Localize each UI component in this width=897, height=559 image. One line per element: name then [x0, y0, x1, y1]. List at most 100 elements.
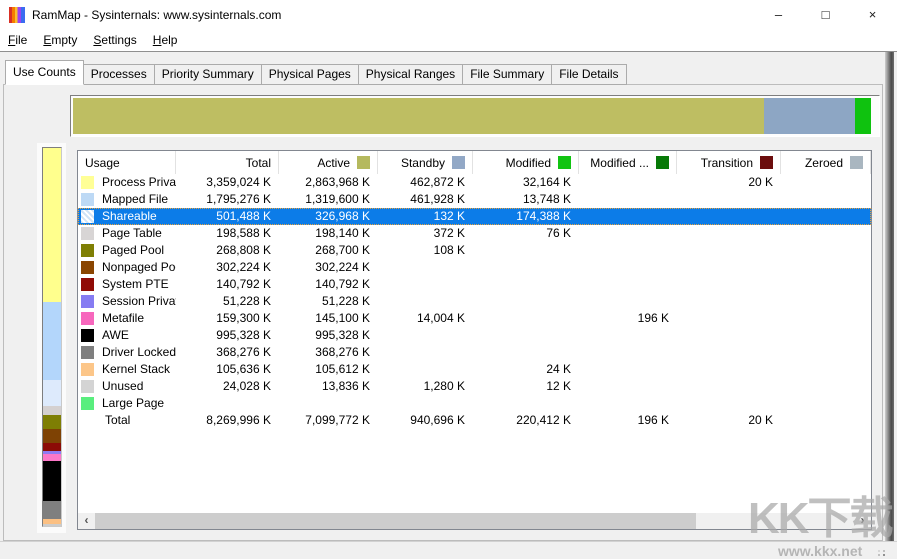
tab-use-counts[interactable]: Use Counts: [5, 60, 84, 85]
modified_nw-value: [579, 378, 677, 395]
physical-memory-bar-frame: [37, 143, 66, 533]
column-header-modified[interactable]: Modified: [473, 151, 579, 174]
table-row-awe[interactable]: AWE995,328 K995,328 K: [78, 327, 871, 344]
row-color-swatch: [81, 176, 94, 189]
usage-cell: Total: [78, 412, 176, 429]
column-label: Modified ...: [590, 156, 649, 170]
total-value: 105,636 K: [176, 361, 279, 378]
resize-grip[interactable]: [874, 548, 886, 557]
table-row-mapped-file[interactable]: Mapped File1,795,276 K1,319,600 K461,928…: [78, 191, 871, 208]
scrollbar-thumb[interactable]: [95, 513, 696, 529]
transition-value: [677, 293, 781, 310]
modified_nw-value: [579, 276, 677, 293]
usage-label: Large Page: [102, 395, 164, 412]
active-value: 1,319,600 K: [279, 191, 378, 208]
column-label: Total: [246, 156, 271, 170]
tab-physical-pages[interactable]: Physical Pages: [261, 64, 359, 85]
usage-label: Total: [105, 412, 130, 429]
table-row-total[interactable]: Total8,269,996 K7,099,772 K940,696 K220,…: [78, 412, 871, 429]
tab-file-details[interactable]: File Details: [551, 64, 626, 85]
column-header-standby[interactable]: Standby: [378, 151, 473, 174]
transition-value: 20 K: [677, 412, 781, 429]
column-header-transition[interactable]: Transition: [677, 151, 781, 174]
column-color-swatch: [760, 156, 773, 169]
column-header-total[interactable]: Total: [176, 151, 279, 174]
standby-value: 132 K: [378, 208, 473, 225]
table-row-driver-locked[interactable]: Driver Locked368,276 K368,276 K: [78, 344, 871, 361]
tab-priority-summary[interactable]: Priority Summary: [154, 64, 262, 85]
modified-value: [473, 327, 579, 344]
modified-value: 32,164 K: [473, 174, 579, 191]
usage-cell: Unused: [78, 378, 176, 395]
minimize-button[interactable]: –: [756, 0, 801, 30]
column-header-zeroed[interactable]: Zeroed: [781, 151, 871, 174]
table-row-paged-pool[interactable]: Paged Pool268,808 K268,700 K108 K: [78, 242, 871, 259]
modified-value: 12 K: [473, 378, 579, 395]
bar-segment-system-pte: [43, 443, 61, 451]
total-value: [176, 395, 279, 412]
total-value: 51,228 K: [176, 293, 279, 310]
maximize-button[interactable]: □: [803, 0, 848, 30]
close-button[interactable]: ×: [850, 0, 895, 30]
bar-segment-mapped-file: [43, 302, 61, 380]
active-value: 7,099,772 K: [279, 412, 378, 429]
usage-label: Page Table: [102, 225, 162, 242]
table-row-nonpaged-pool[interactable]: Nonpaged Pool302,224 K302,224 K: [78, 259, 871, 276]
total-value: 268,808 K: [176, 242, 279, 259]
bar-segment-paged-pool: [43, 415, 61, 429]
usage-cell: Driver Locked: [78, 344, 176, 361]
total-value: 1,795,276 K: [176, 191, 279, 208]
menu-item-settings[interactable]: Settings: [85, 30, 144, 51]
usage-label: Unused: [102, 378, 143, 395]
table-row-unused[interactable]: Unused24,028 K13,836 K1,280 K12 K: [78, 378, 871, 395]
table-row-large-page[interactable]: Large Page: [78, 395, 871, 412]
zeroed-value: [781, 276, 871, 293]
column-header-active[interactable]: Active: [279, 151, 378, 174]
modified_nw-value: [579, 174, 677, 191]
use-counts-table: Usage Total ActiveStandbyModified Modified …: [77, 150, 872, 530]
column-color-swatch: [558, 156, 571, 169]
modified_nw-value: 196 K: [579, 310, 677, 327]
menu-item-empty[interactable]: Empty: [35, 30, 85, 51]
row-color-swatch: [81, 397, 94, 410]
table-row-metafile[interactable]: Metafile159,300 K145,100 K14,004 K196 K: [78, 310, 871, 327]
table-row-session-private[interactable]: Session Private51,228 K51,228 K: [78, 293, 871, 310]
modified_nw-value: [579, 191, 677, 208]
usage-label: Driver Locked: [102, 344, 176, 361]
table-row-page-table[interactable]: Page Table198,588 K198,140 K372 K76 K: [78, 225, 871, 242]
table-header-row: Usage Total ActiveStandbyModified Modified …: [78, 151, 871, 174]
table-row-system-pte[interactable]: System PTE140,792 K140,792 K: [78, 276, 871, 293]
tab-file-summary[interactable]: File Summary: [462, 64, 552, 85]
bar-segment-page-table: [43, 406, 61, 415]
column-header-modified-[interactable]: Modified ...: [579, 151, 677, 174]
rammap-app-icon: [9, 7, 25, 23]
scroll-left-icon[interactable]: ‹: [78, 513, 95, 529]
total-value: 140,792 K: [176, 276, 279, 293]
tab-physical-ranges[interactable]: Physical Ranges: [358, 64, 463, 85]
table-row-process-private[interactable]: Process Private3,359,024 K2,863,968 K462…: [78, 174, 871, 191]
title-bar[interactable]: RamMap - Sysinternals: www.sysinternals.…: [0, 0, 897, 30]
zeroed-value: [781, 327, 871, 344]
menu-item-help[interactable]: Help: [145, 30, 186, 51]
table-row-shareable[interactable]: Shareable501,488 K326,968 K132 K174,388 …: [78, 208, 871, 225]
usage-label: AWE: [102, 327, 129, 344]
standby-value: [378, 361, 473, 378]
row-color-swatch: [81, 329, 94, 342]
standby-value: [378, 344, 473, 361]
transition-value: [677, 259, 781, 276]
column-color-swatch: [357, 156, 370, 169]
column-header-usage[interactable]: Usage: [78, 151, 176, 174]
standby-value: [378, 276, 473, 293]
column-color-swatch: [452, 156, 465, 169]
usage-label: System PTE: [102, 276, 169, 293]
physical-memory-bar: [42, 147, 62, 527]
memory-usage-bar: [73, 98, 877, 134]
row-color-swatch: [81, 210, 94, 223]
row-color-swatch: [81, 363, 94, 376]
row-color-swatch: [81, 346, 94, 359]
zeroed-value: [781, 344, 871, 361]
tab-processes[interactable]: Processes: [83, 64, 155, 85]
modified-value: 13,748 K: [473, 191, 579, 208]
table-row-kernel-stack[interactable]: Kernel Stack105,636 K105,612 K24 K: [78, 361, 871, 378]
menu-item-file[interactable]: File: [0, 30, 35, 51]
